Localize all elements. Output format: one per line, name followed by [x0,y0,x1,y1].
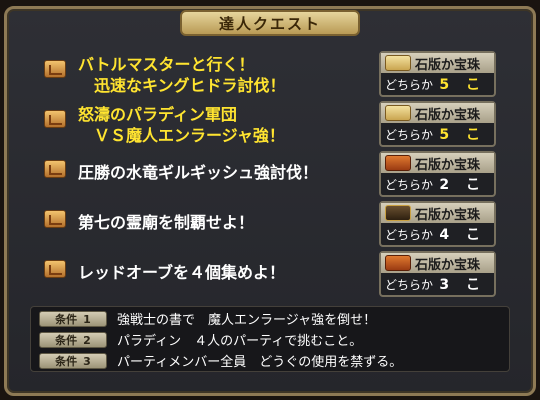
condition-tag: 条件 1 [39,311,107,327]
quest-item[interactable]: 怒濤のパラディン軍団 ＶＳ魔人エンラージャ強！ 石版か宝珠 どちらか 5 こ [36,100,506,148]
condition-tag: 条件 3 [39,353,107,369]
reward-box: 石版か宝珠 どちらか 5 こ [379,101,496,147]
quest-item[interactable]: レッドオーブを４個集めよ！ 石版か宝珠 どちらか 3 こ [36,250,506,298]
condition-label: 条件 [55,334,78,347]
reward-box: 石版か宝珠 どちらか 2 こ [379,151,496,197]
reward-name: 石版か宝珠 [415,258,481,273]
condition-number: 1 [83,312,91,326]
reward-header: 石版か宝珠 [381,153,494,173]
reward-box: 石版か宝珠 どちらか 4 こ [379,201,496,247]
reward-box: 石版か宝珠 どちらか 5 こ [379,51,496,97]
reward-name: 石版か宝珠 [415,208,481,223]
window-title-plate: 達人クエスト [180,10,360,36]
conditions-panel: 条件 1 強戦士の書で 魔人エンラージャ強を倒せ！ 条件 2 パラディン ４人の… [30,306,510,372]
quest-scroll-icon [44,60,66,78]
quest-scroll-icon [44,210,66,228]
reward-count: 3 こ [439,277,486,293]
reward-box: 石版か宝珠 どちらか 3 こ [379,251,496,297]
reward-header: 石版か宝珠 [381,53,494,73]
quest-item[interactable]: バトルマスターと行く！ 迅速なキングヒドラ討伐！ 石版か宝珠 どちらか 5 こ [36,50,506,98]
condition-text: パーティメンバー全員 どうぐの使用を禁ずる。 [117,355,403,370]
quest-scroll-icon [44,160,66,178]
condition-number: 3 [83,354,91,368]
quest-scroll-icon [44,110,66,128]
quest-title: 圧勝の水竜ギルギッシュ強討伐！ [78,163,319,182]
condition-label: 条件 [55,313,78,326]
reward-header: 石版か宝珠 [381,103,494,123]
reward-choice: どちらか [385,228,434,242]
condition-row: 条件 1 強戦士の書で 魔人エンラージャ強を倒せ！ [39,309,499,329]
reward-count: 2 こ [439,177,486,193]
reward-choice: どちらか [385,78,434,92]
reward-count: 4 こ [439,227,486,243]
condition-label: 条件 [55,355,78,368]
scroll-icon [385,105,411,121]
treasure-chest-icon [385,155,411,171]
dark-treasure-chest-icon [385,205,411,221]
condition-number: 2 [83,333,91,347]
reward-header: 石版か宝珠 [381,253,494,273]
window-title: 達人クエスト [218,14,321,33]
reward-choice: どちらか [385,128,434,142]
condition-row: 条件 3 パーティメンバー全員 どうぐの使用を禁ずる。 [39,351,499,371]
quest-scroll-icon [44,260,66,278]
quest-title: 第七の霊廟を制覇せよ！ [78,213,255,232]
quest-title: レッドオーブを４個集めよ！ [78,263,286,282]
condition-tag: 条件 2 [39,332,107,348]
scroll-icon [385,55,411,71]
reward-header: 石版か宝珠 [381,203,494,223]
reward-choice: どちらか [385,178,434,192]
quest-item[interactable]: 圧勝の水竜ギルギッシュ強討伐！ 石版か宝珠 どちらか 2 こ [36,150,506,198]
quest-title: バトルマスターと行く！ 迅速なキングヒドラ討伐！ [78,55,286,95]
condition-text: パラディン ４人のパーティで挑むこと。 [117,334,363,349]
condition-text: 強戦士の書で 魔人エンラージャ強を倒せ！ [117,313,377,328]
reward-count: 5 こ [439,77,486,93]
reward-count: 5 こ [439,127,486,143]
condition-row: 条件 2 パラディン ４人のパーティで挑むこと。 [39,330,499,350]
quest-title: 怒濤のパラディン軍団 ＶＳ魔人エンラージャ強！ [78,105,285,145]
quest-item[interactable]: 第七の霊廟を制覇せよ！ 石版か宝珠 どちらか 4 こ [36,200,506,248]
reward-name: 石版か宝珠 [415,108,481,123]
reward-name: 石版か宝珠 [415,158,481,173]
treasure-chest-icon [385,255,411,271]
reward-choice: どちらか [385,278,434,292]
reward-name: 石版か宝珠 [415,58,481,73]
